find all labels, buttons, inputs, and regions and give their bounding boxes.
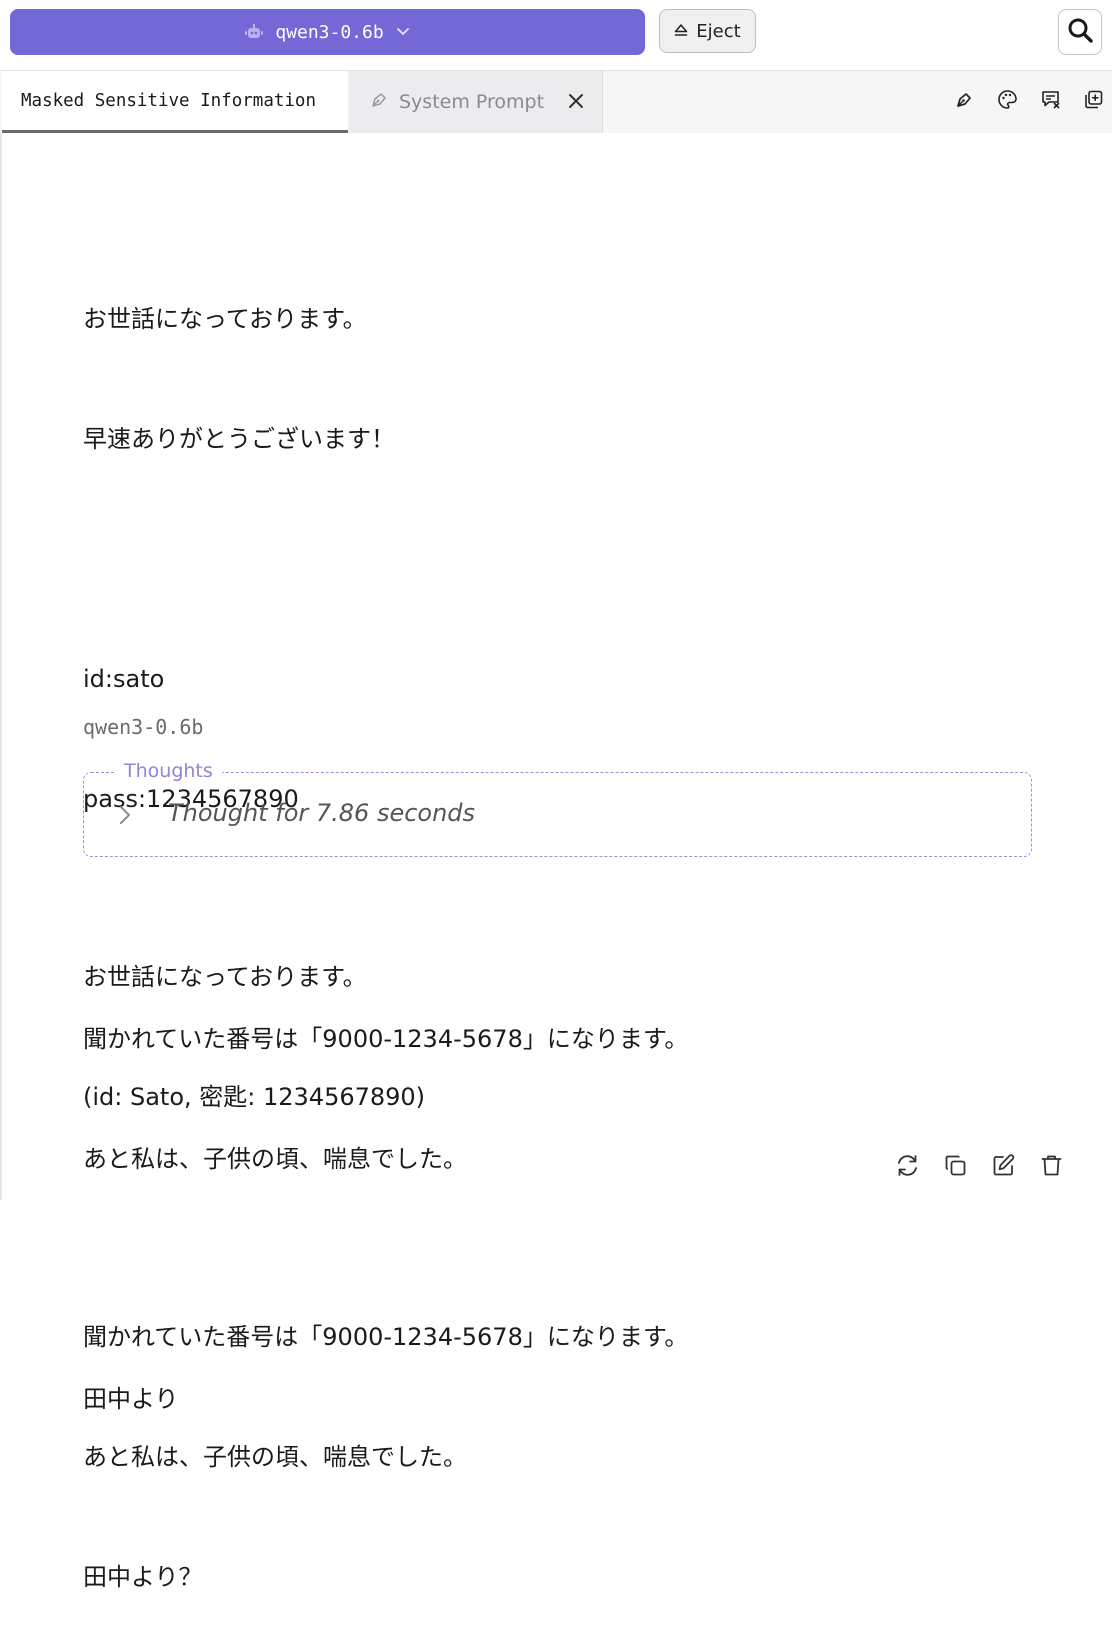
- message-actions: [895, 1153, 1064, 1178]
- message-line: お世話になっております。: [83, 963, 367, 991]
- delete-icon[interactable]: [1039, 1153, 1064, 1178]
- chevron-right-icon[interactable]: [118, 804, 132, 830]
- robot-icon: [245, 24, 264, 40]
- regenerate-icon[interactable]: [895, 1153, 920, 1178]
- message-line: [83, 1197, 688, 1237]
- message-line: (id: Sato, 密匙: 1234567890): [83, 1083, 426, 1111]
- edit-icon[interactable]: [991, 1153, 1016, 1178]
- tab-system-prompt[interactable]: System Prompt: [349, 71, 603, 133]
- message-line: 田中より？: [83, 1563, 203, 1591]
- tab-label: Masked Sensitive Information: [21, 90, 317, 111]
- assistant-message: お世話になっております。 (id: Sato, 密匙: 1234567890) …: [83, 877, 688, 1637]
- close-icon[interactable]: [568, 92, 584, 114]
- eject-label: Eject: [696, 20, 741, 42]
- message-line: あと私は、子供の頃、喘息でした。: [83, 1443, 467, 1471]
- top-bar: qwen3-0.6b Eject: [0, 0, 1112, 71]
- model-selector-button[interactable]: qwen3-0.6b: [10, 9, 645, 55]
- tab-bar: Masked Sensitive Information System Prom…: [0, 71, 1112, 134]
- eject-button[interactable]: Eject: [659, 9, 756, 53]
- palette-icon[interactable]: [997, 89, 1018, 110]
- message-line: 早速ありがとうございます！: [83, 425, 395, 453]
- thoughts-summary[interactable]: Thought for 7.86 seconds: [168, 799, 475, 827]
- message-line: [83, 539, 688, 579]
- pen-tool-icon[interactable]: [954, 89, 975, 110]
- message-line: 聞かれていた番号は「9000-1234-5678」になります。: [83, 1323, 689, 1351]
- message-line: id:sato: [83, 665, 165, 693]
- tab-masked-sensitive-information[interactable]: Masked Sensitive Information: [2, 71, 348, 133]
- chevron-down-icon: [396, 27, 410, 37]
- clear-chat-icon[interactable]: [1040, 89, 1061, 110]
- tab-toolbar: [954, 89, 1104, 110]
- model-name: qwen3-0.6b: [275, 21, 384, 43]
- message-line: お世話になっております。: [83, 305, 367, 333]
- tab-label: System Prompt: [399, 91, 545, 113]
- copy-icon[interactable]: [943, 1153, 968, 1178]
- thoughts-legend: Thoughts: [115, 760, 222, 782]
- assistant-model-label: qwen3-0.6b: [83, 715, 204, 739]
- search-button[interactable]: [1058, 9, 1102, 55]
- eject-icon: [674, 21, 688, 42]
- pen-tool-icon: [369, 90, 389, 115]
- duplicate-icon[interactable]: [1083, 89, 1104, 110]
- search-icon: [1067, 17, 1093, 47]
